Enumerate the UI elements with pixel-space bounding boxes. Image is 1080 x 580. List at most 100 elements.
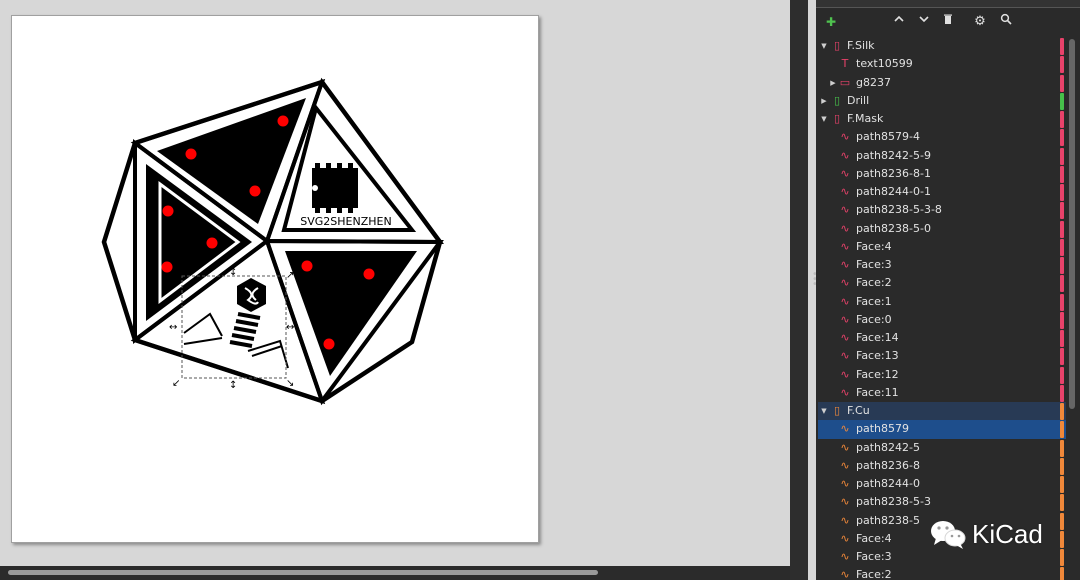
object-row[interactable]: ∿ path8244-0-1 (818, 183, 1066, 201)
object-row[interactable]: ∿ Face:14 (818, 329, 1066, 347)
collapsed-arrow-icon[interactable]: ▶ (828, 74, 838, 92)
layer-color-swatch[interactable] (1060, 74, 1064, 92)
path-icon: ∿ (840, 458, 850, 472)
layer-row[interactable]: ▼ ▯ F.Cu (818, 402, 1066, 421)
object-row[interactable]: ∿ Face:2 (818, 566, 1066, 580)
layer-color-swatch[interactable] (1060, 56, 1064, 74)
layer-color-swatch[interactable] (1060, 384, 1064, 402)
object-row[interactable]: ∿ path8242-5 (818, 439, 1066, 457)
expanded-arrow-icon[interactable]: ▼ (819, 110, 829, 128)
move-up-icon[interactable] (890, 13, 908, 31)
object-row[interactable]: ▶ ▭ g8237 (818, 74, 1066, 92)
object-row[interactable]: ∿ path8579 (818, 420, 1066, 439)
layer-color-swatch[interactable] (1060, 220, 1064, 238)
layer-color-swatch[interactable] (1060, 92, 1064, 110)
path-icon: ∿ (840, 331, 850, 344)
artwork[interactable]: SVG2SHENZHEN ↖ ↕ ↗ ↔ ↔ ↙ ↕ ↘ (12, 16, 538, 542)
layer-row[interactable]: ▼ ▯ F.Silk (818, 37, 1066, 55)
object-row[interactable]: ∿ path8238-5-0 (818, 220, 1066, 238)
layer-color-swatch[interactable] (1060, 147, 1064, 165)
layer-color-swatch[interactable] (1060, 293, 1064, 311)
layer-color-swatch[interactable] (1060, 275, 1064, 293)
layer-color-swatch[interactable] (1060, 421, 1064, 439)
object-row[interactable]: ∿ Face:1 (818, 293, 1066, 311)
path-icon: ∿ (840, 367, 850, 381)
object-row[interactable]: ∿ path8236-8-1 (818, 165, 1066, 183)
row-label: path8579 (856, 422, 910, 436)
layer-row[interactable]: ▼ ▯ F.Mask (818, 110, 1066, 128)
layers-objects-panel: ✚ ⚙ ▼ ▯ F.Silk Ttext10599 ▶ ▭ g8237 ▶ ▯ Drill ▼ ▯ F.… (816, 0, 1080, 580)
layer-color-swatch[interactable] (1060, 184, 1064, 201)
path-icon: ∿ (840, 385, 850, 399)
row-label: Face:11 (856, 385, 899, 399)
object-row[interactable]: ∿ Face:0 (818, 311, 1066, 329)
row-label: path8236-8 (856, 458, 920, 472)
expanded-arrow-icon[interactable]: ▼ (819, 402, 829, 420)
layer-color-swatch[interactable] (1060, 165, 1064, 183)
object-row[interactable]: ∿ Face:13 (818, 347, 1066, 366)
row-label: Face:2 (856, 276, 892, 290)
group-folder-icon: ▭ (839, 75, 851, 89)
object-row[interactable]: ∿ Face:4 (818, 238, 1066, 256)
path-icon: ∿ (840, 513, 850, 527)
row-label: path8238-5-0 (856, 221, 931, 235)
object-row[interactable]: ∿ Face:3 (818, 256, 1066, 274)
layer-color-swatch[interactable] (1060, 257, 1064, 274)
canvas-horizontal-scrollbar[interactable] (8, 570, 598, 575)
watermark-text: KiCad (972, 519, 1043, 549)
collapsed-arrow-icon[interactable]: ▶ (819, 92, 829, 110)
layer-color-swatch[interactable] (1060, 129, 1064, 147)
svg-text:↙: ↙ (172, 378, 180, 389)
active-tab[interactable] (828, 1, 938, 7)
object-row[interactable]: ∿ Face:12 (818, 366, 1066, 384)
path-icon: ∿ (840, 276, 850, 290)
layer-color-swatch[interactable] (1060, 567, 1064, 580)
layer-color-swatch[interactable] (1060, 311, 1064, 329)
add-layer-icon[interactable]: ✚ (822, 13, 840, 31)
layer-color-swatch[interactable] (1060, 111, 1064, 128)
panel-scroll-thumb[interactable] (1069, 39, 1075, 409)
layer-color-swatch[interactable] (1060, 494, 1064, 512)
panel-splitter[interactable] (790, 0, 808, 580)
object-row[interactable]: ∿ path8244-0 (818, 475, 1066, 493)
row-label: path8238-5 (856, 513, 920, 527)
expanded-arrow-icon[interactable]: ▼ (819, 37, 829, 55)
row-label: path8244-0 (856, 477, 920, 490)
object-row[interactable]: ∿ path8236-8 (818, 457, 1066, 475)
layer-color-swatch[interactable] (1060, 457, 1064, 475)
move-down-icon[interactable] (915, 13, 933, 31)
object-row[interactable]: ∿ path8238-5-3 (818, 493, 1066, 512)
layer-color-swatch[interactable] (1060, 330, 1064, 347)
row-label: Face:4 (856, 239, 892, 253)
row-label: Face:1 (856, 294, 892, 308)
layer-color-swatch[interactable] (1060, 476, 1064, 493)
layer-row[interactable]: ▶ ▯ Drill (818, 92, 1066, 110)
layer-color-swatch[interactable] (1060, 238, 1064, 256)
layer-color-swatch[interactable] (1060, 348, 1064, 366)
row-label: path8242-5-9 (856, 148, 931, 162)
object-row[interactable]: ∿ path8238-5-3-8 (818, 201, 1066, 220)
row-label: F.Cu (847, 404, 870, 417)
panel-vertical-scrollbar[interactable] (1068, 37, 1076, 577)
layer-color-swatch[interactable] (1060, 202, 1064, 220)
delete-icon[interactable] (939, 13, 957, 31)
object-row[interactable]: ∿ path8579-4 (818, 128, 1066, 147)
object-row[interactable]: ∿ Face:2 (818, 274, 1066, 293)
path-icon: ∿ (840, 349, 850, 363)
panel-tabs[interactable] (816, 0, 1080, 8)
layer-color-swatch[interactable] (1060, 38, 1064, 55)
svg-text:↘: ↘ (286, 378, 294, 389)
object-row[interactable]: ∿ path8242-5-9 (818, 147, 1066, 165)
object-row[interactable]: Ttext10599 (818, 55, 1066, 74)
search-icon[interactable] (997, 13, 1015, 31)
row-label: path8242-5 (856, 440, 920, 454)
layer-color-swatch[interactable] (1060, 439, 1064, 457)
document-page[interactable]: SVG2SHENZHEN ↖ ↕ ↗ ↔ ↔ ↙ ↕ ↘ (11, 15, 539, 543)
settings-icon[interactable]: ⚙ (971, 13, 989, 31)
path-icon: ∿ (840, 203, 850, 217)
objects-tree[interactable]: ▼ ▯ F.Silk Ttext10599 ▶ ▭ g8237 ▶ ▯ Drill ▼ ▯ F.Mask… (818, 37, 1066, 580)
object-row[interactable]: ∿ Face:11 (818, 384, 1066, 402)
layer-color-swatch[interactable] (1060, 403, 1064, 420)
layer-color-swatch[interactable] (1060, 366, 1064, 384)
drawing-canvas[interactable]: SVG2SHENZHEN ↖ ↕ ↗ ↔ ↔ ↙ ↕ ↘ (0, 0, 790, 566)
